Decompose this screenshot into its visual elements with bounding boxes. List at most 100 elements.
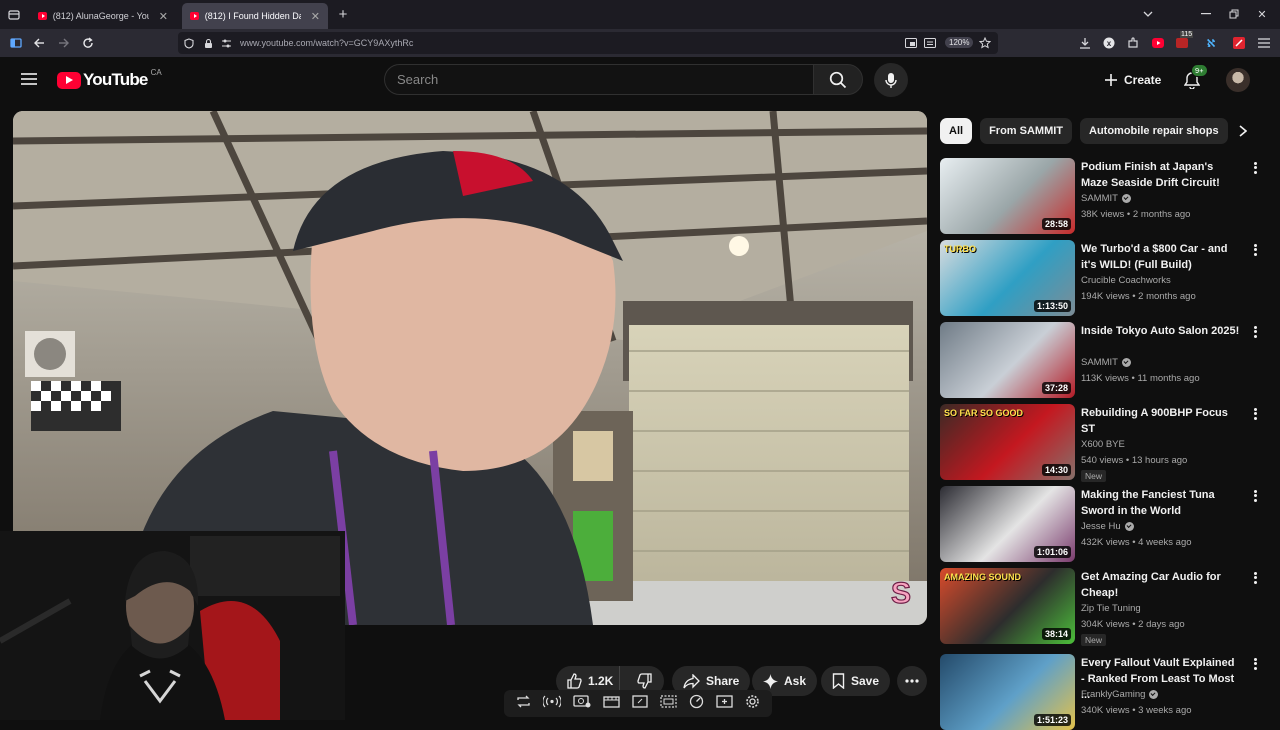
more-vert-icon[interactable] — [1250, 160, 1260, 176]
chips-next-button[interactable] — [1232, 120, 1254, 142]
channel-name[interactable]: FranklyGaming — [1081, 689, 1159, 700]
tab-overview-icon[interactable] — [6, 7, 22, 23]
theater-icon[interactable] — [603, 695, 620, 713]
picture-in-picture-icon[interactable] — [905, 37, 917, 49]
video-thumbnail[interactable]: 1:01:06 — [940, 486, 1075, 562]
back-icon[interactable] — [32, 36, 46, 50]
save-button[interactable]: Save — [821, 666, 891, 696]
video-thumbnail[interactable]: AMAZING SOUND 38:14 — [940, 568, 1075, 644]
more-vert-icon[interactable] — [1250, 324, 1260, 340]
zoom-level[interactable]: 120% — [945, 37, 974, 48]
recommendation-item[interactable]: 1:01:06 Making the Fanciest Tuna Sword in… — [940, 486, 1260, 562]
video-title[interactable]: Rebuilding A 900BHP Focus ST — [1081, 405, 1241, 437]
channel-name[interactable]: Crucible Coachworks — [1081, 275, 1171, 286]
voice-search-button[interactable] — [874, 63, 908, 97]
video-metadata: 194K views • 2 months ago — [1081, 291, 1196, 302]
url-text[interactable]: www.youtube.com/watch?v=GCY9AXythRc — [240, 38, 413, 48]
extension-x-icon[interactable]: x — [1102, 36, 1116, 50]
youtube-logo[interactable]: YouTube CA — [57, 68, 162, 91]
more-vert-icon[interactable] — [1250, 570, 1260, 586]
chip-from-channel[interactable]: From SAMMIT — [980, 118, 1073, 144]
lock-icon[interactable] — [202, 37, 214, 49]
sparkle-icon — [763, 673, 778, 689]
address-bar[interactable]: www.youtube.com/watch?v=GCY9AXythRc 120% — [178, 32, 998, 54]
reader-view-icon[interactable] — [924, 37, 936, 49]
chip-automobile-repair[interactable]: Automobile repair shops — [1080, 118, 1228, 144]
recommendation-item[interactable]: 37:28 Inside Tokyo Auto Salon 2025! SAMMIT… — [940, 322, 1260, 398]
video-thumbnail[interactable]: SO FAR SO GOOD 14:30 — [940, 404, 1075, 480]
loop-icon[interactable] — [516, 695, 531, 713]
chip-all[interactable]: All — [940, 118, 973, 144]
channel-watermark: S — [891, 577, 911, 610]
cast-icon[interactable] — [542, 695, 562, 713]
recommendation-item[interactable]: SO FAR SO GOOD 14:30 Rebuilding A 900BHP F… — [940, 404, 1260, 482]
forward-icon[interactable] — [57, 36, 71, 50]
close-tab-icon[interactable]: ✕ — [159, 10, 168, 23]
reload-icon[interactable] — [81, 36, 95, 50]
close-tab-icon[interactable]: ✕ — [311, 10, 320, 23]
more-actions-button[interactable] — [897, 666, 927, 696]
video-thumbnail[interactable]: 28:58 — [940, 158, 1075, 234]
translate-extension-icon[interactable]: ℵ — [1204, 36, 1218, 50]
more-vert-icon[interactable] — [1250, 656, 1260, 672]
minimize-window-icon[interactable] — [1200, 7, 1212, 21]
more-vert-icon[interactable] — [1250, 406, 1260, 422]
permissions-icon[interactable] — [220, 37, 232, 49]
filter-chips: All From SAMMIT Automobile repair shops — [940, 118, 1228, 144]
page-scrollbar[interactable] — [1272, 57, 1280, 720]
app-menu-icon[interactable] — [1257, 36, 1271, 50]
channel-name[interactable]: Zip Tie Tuning — [1081, 603, 1141, 614]
recommendation-item[interactable]: AMAZING SOUND 38:14 Get Amazing Car Audio … — [940, 568, 1260, 646]
hamburger-menu-icon[interactable] — [20, 70, 38, 88]
youtube-extension-icon[interactable] — [1151, 36, 1165, 50]
search-button[interactable] — [813, 64, 863, 95]
settings-gear-icon[interactable] — [745, 694, 760, 714]
create-button[interactable]: Create — [1092, 63, 1173, 97]
video-thumbnail[interactable]: 1:51:23 — [940, 654, 1075, 730]
thumbnail-caption: SO FAR SO GOOD — [944, 408, 1024, 418]
video-title[interactable]: Podium Finish at Japan's Maze Seaside Dr… — [1081, 159, 1241, 191]
fit-screen-icon[interactable] — [660, 694, 677, 713]
shield-icon[interactable] — [183, 37, 195, 49]
channel-name[interactable]: Jesse Hu — [1081, 521, 1134, 532]
channel-name-text: SAMMIT — [1081, 357, 1118, 368]
notifications-button[interactable]: 9+ — [1181, 64, 1208, 91]
restore-window-icon[interactable] — [1228, 7, 1240, 21]
search-input[interactable]: Search — [384, 64, 814, 95]
downloads-icon[interactable] — [1078, 36, 1092, 50]
video-title[interactable]: Inside Tokyo Auto Salon 2025! — [1081, 323, 1241, 339]
close-window-icon[interactable]: ✕ — [1256, 7, 1268, 21]
youtube-favicon-icon — [190, 12, 199, 20]
avatar[interactable] — [1226, 68, 1250, 92]
recommendation-item[interactable]: 1:51:23 Every Fallout Vault Explained - R… — [940, 654, 1260, 730]
more-vert-icon[interactable] — [1250, 242, 1260, 258]
channel-name[interactable]: X600 BYE — [1081, 439, 1125, 450]
list-tabs-icon[interactable] — [1142, 7, 1154, 21]
video-thumbnail[interactable]: TURBO 1:13:50 — [940, 240, 1075, 316]
extensions-puzzle-icon[interactable] — [1126, 36, 1140, 50]
channel-name[interactable]: SAMMIT — [1081, 357, 1131, 368]
speed-gauge-icon[interactable] — [689, 694, 704, 714]
popout-icon[interactable] — [632, 694, 648, 713]
screenshot-icon[interactable] — [573, 694, 591, 713]
extension-badge-icon[interactable]: 115 — [1174, 31, 1194, 51]
browser-tab-strip: (812) AlunaGeorge - You Know ✕ (812) I F… — [0, 0, 1280, 29]
channel-name-text: SAMMIT — [1081, 193, 1118, 204]
add-to-queue-icon[interactable] — [716, 694, 733, 713]
youtube-logo-text: YouTube — [83, 70, 148, 89]
video-title[interactable]: Get Amazing Car Audio for Cheap! — [1081, 569, 1241, 601]
recommendation-item[interactable]: TURBO 1:13:50 We Turbo'd a $800 Car - and … — [940, 240, 1260, 316]
recommendation-item[interactable]: 28:58 Podium Finish at Japan's Maze Seasi… — [940, 158, 1260, 234]
sidebar-toggle-icon[interactable] — [9, 36, 23, 50]
channel-name-text: FranklyGaming — [1081, 689, 1146, 700]
more-vert-icon[interactable] — [1250, 488, 1260, 504]
video-thumbnail[interactable]: 37:28 — [940, 322, 1075, 398]
new-tab-button[interactable]: + — [336, 6, 350, 23]
red-extension-icon[interactable] — [1232, 36, 1246, 50]
browser-tab-1[interactable]: (812) AlunaGeorge - You Know ✕ — [30, 3, 176, 29]
video-title[interactable]: Making the Fanciest Tuna Sword in the Wo… — [1081, 487, 1241, 519]
browser-tab-2[interactable]: (812) I Found Hidden Damage ✕ — [182, 3, 328, 29]
bookmark-star-icon[interactable] — [978, 36, 992, 50]
video-title[interactable]: We Turbo'd a $800 Car - and it's WILD! (… — [1081, 241, 1241, 273]
channel-name[interactable]: SAMMIT — [1081, 193, 1131, 204]
